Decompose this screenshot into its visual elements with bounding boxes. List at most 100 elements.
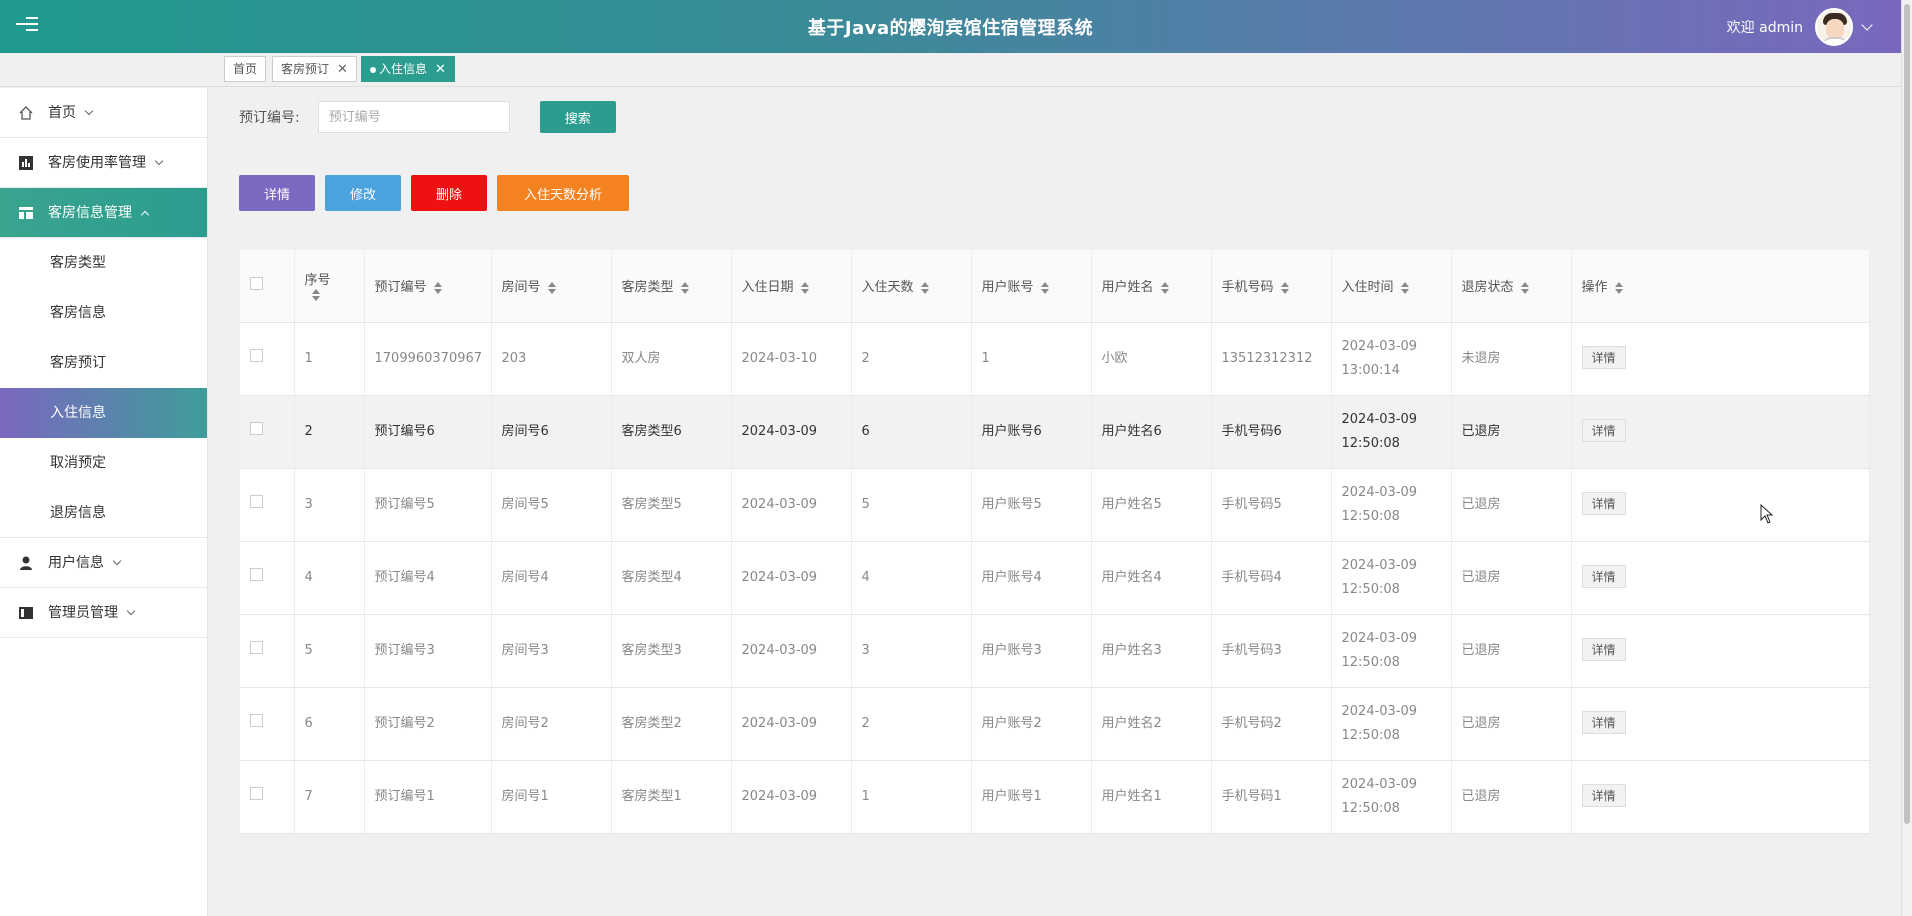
chevron-up-icon [140, 210, 150, 220]
sort-icon[interactable] [1614, 281, 1624, 294]
checkin-days-analysis-button[interactable]: 入住天数分析 [497, 175, 629, 211]
detail-button[interactable]: 详情 [239, 175, 315, 211]
cell-days: 1 [851, 760, 972, 834]
vertical-scrollbar[interactable] [1901, 0, 1912, 916]
sidebar-item-admin[interactable]: 管理员管理 [0, 588, 207, 638]
sidebar-item-room-usage[interactable]: 客房使用率管理 [0, 138, 207, 188]
sort-icon[interactable] [680, 281, 690, 294]
delete-button[interactable]: 删除 [411, 175, 487, 211]
search-input[interactable] [317, 101, 510, 133]
cell-room: 203 [491, 322, 612, 396]
row-checkbox[interactable] [250, 348, 263, 362]
row-detail-button[interactable]: 详情 [1581, 492, 1626, 515]
sort-icon[interactable] [800, 281, 810, 294]
cell-room: 房间号6 [491, 395, 612, 469]
data-table: 序号 预订编号 房间号 客房类型 入住日期 入住天数 用户账号 用户姓名 手机号… [240, 250, 1870, 834]
row-detail-button[interactable]: 详情 [1581, 784, 1626, 807]
sort-icon[interactable] [1520, 281, 1530, 294]
cell-code: 预订编号5 [364, 468, 492, 542]
sidebar-subitem-room-type[interactable]: 客房类型 [0, 238, 207, 288]
tab-home[interactable]: 首页 [224, 56, 267, 82]
sidebar-subitem-room-info[interactable]: 客房信息 [0, 288, 207, 338]
column-header[interactable]: 预订编号 [364, 250, 492, 323]
cell-actions: 详情 [1571, 322, 1870, 396]
row-detail-button[interactable]: 详情 [1581, 638, 1626, 661]
sidebar-subitem-room-booking[interactable]: 客房预订 [0, 338, 207, 388]
cell-status: 已退房 [1451, 687, 1572, 761]
cell-account: 用户账号3 [971, 614, 1092, 688]
column-header[interactable]: 用户账号 [971, 250, 1092, 323]
column-header[interactable]: 入住天数 [851, 250, 972, 323]
column-header[interactable]: 入住时间 [1331, 250, 1452, 323]
row-checkbox[interactable] [250, 494, 263, 508]
column-header[interactable]: 操作 [1571, 250, 1870, 323]
column-header[interactable]: 入住日期 [731, 250, 852, 323]
column-header[interactable]: 客房类型 [611, 250, 732, 323]
tab-room-booking[interactable]: 客房预订 ✕ [272, 56, 357, 82]
row-select-cell [240, 687, 295, 761]
sidebar-item-home[interactable]: 首页 [0, 88, 207, 138]
cell-days: 5 [851, 468, 972, 542]
scrollbar-thumb[interactable] [1904, 4, 1910, 824]
column-header[interactable]: 用户姓名 [1091, 250, 1212, 323]
sort-icon[interactable] [311, 289, 321, 302]
cell-status: 已退房 [1451, 468, 1572, 542]
cell-name: 小欧 [1091, 322, 1212, 396]
row-checkbox[interactable] [250, 786, 263, 800]
sort-icon[interactable] [433, 281, 443, 294]
sort-icon[interactable] [1400, 281, 1410, 294]
table-row[interactable]: 1 1709960370967 203 双人房 2024-03-10 2 1 小欧 135123… [240, 322, 1870, 396]
cell-phone: 13512312312 [1211, 322, 1332, 396]
sidebar-subitem-checkout-info[interactable]: 退房信息 [0, 488, 207, 538]
sort-icon[interactable] [920, 281, 930, 294]
sidebar-subitem-cancel-booking[interactable]: 取消预定 [0, 438, 207, 488]
sort-icon[interactable] [1280, 281, 1290, 294]
sidebar-item-room-info[interactable]: 客房信息管理 [0, 188, 207, 238]
select-all-checkbox[interactable] [250, 277, 263, 291]
row-detail-button[interactable]: 详情 [1581, 565, 1626, 588]
sidebar: 首页 客房使用率管理 客房信息管理 客房类型 客房信息 客房预订 入住信息 取消… [0, 88, 208, 916]
cell-code: 预订编号6 [364, 395, 492, 469]
tab-checkin-info[interactable]: 入住信息 ✕ [361, 56, 455, 82]
close-icon[interactable]: ✕ [337, 62, 348, 77]
sidebar-item-user-info[interactable]: 用户信息 [0, 538, 207, 588]
row-checkbox[interactable] [250, 713, 263, 727]
row-detail-button[interactable]: 详情 [1581, 419, 1626, 442]
column-header[interactable]: 序号 [294, 250, 365, 323]
sidebar-subitem-checkin-info[interactable]: 入住信息 [0, 388, 207, 438]
cell-days: 4 [851, 541, 972, 615]
chevron-down-icon[interactable] [1861, 19, 1873, 31]
row-detail-button[interactable]: 详情 [1581, 711, 1626, 734]
table-row[interactable]: 5 预订编号3 房间号3 客房类型3 2024-03-09 3 用户账号3 用户姓名3 手机号码… [240, 614, 1870, 688]
table-row[interactable]: 6 预订编号2 房间号2 客房类型2 2024-03-09 2 用户账号2 用户姓名2 手机号码… [240, 687, 1870, 761]
user-menu[interactable]: 欢迎 admin [1727, 8, 1873, 46]
close-icon[interactable]: ✕ [435, 62, 446, 77]
sort-icon[interactable] [1160, 281, 1170, 294]
edit-button[interactable]: 修改 [325, 175, 401, 211]
column-header[interactable]: 退房状态 [1451, 250, 1572, 323]
sort-icon[interactable] [547, 281, 557, 294]
row-checkbox[interactable] [250, 421, 263, 435]
cell-room: 房间号5 [491, 468, 612, 542]
cell-status: 已退房 [1451, 760, 1572, 834]
search-button[interactable]: 搜索 [539, 101, 616, 133]
table-row[interactable]: 7 预订编号1 房间号1 客房类型1 2024-03-09 1 用户账号1 用户姓名1 手机号码… [240, 760, 1870, 834]
row-select-cell [240, 395, 295, 469]
avatar[interactable] [1815, 8, 1853, 46]
search-bar: 预订编号: 搜索 [239, 101, 616, 133]
table-row[interactable]: 3 预订编号5 房间号5 客房类型5 2024-03-09 5 用户账号5 用户姓名5 手机号码… [240, 468, 1870, 542]
table-row[interactable]: 2 预订编号6 房间号6 客房类型6 2024-03-09 6 用户账号6 用户姓名6 手机号码… [240, 395, 1870, 469]
row-checkbox[interactable] [250, 567, 263, 581]
cell-name: 用户姓名3 [1091, 614, 1212, 688]
column-header[interactable]: 房间号 [491, 250, 612, 323]
cell-code: 1709960370967 [364, 322, 492, 396]
table-row[interactable]: 4 预订编号4 房间号4 客房类型4 2024-03-09 4 用户账号4 用户姓名4 手机号码… [240, 541, 1870, 615]
row-checkbox[interactable] [250, 640, 263, 654]
cell-type: 客房类型2 [611, 687, 732, 761]
cell-code: 预订编号3 [364, 614, 492, 688]
row-detail-button[interactable]: 详情 [1581, 346, 1626, 369]
cell-time: 2024-03-09 13:00:14 [1331, 322, 1452, 396]
column-header[interactable]: 手机号码 [1211, 250, 1332, 323]
sort-icon[interactable] [1040, 281, 1050, 294]
cell-time: 2024-03-09 12:50:08 [1331, 687, 1452, 761]
